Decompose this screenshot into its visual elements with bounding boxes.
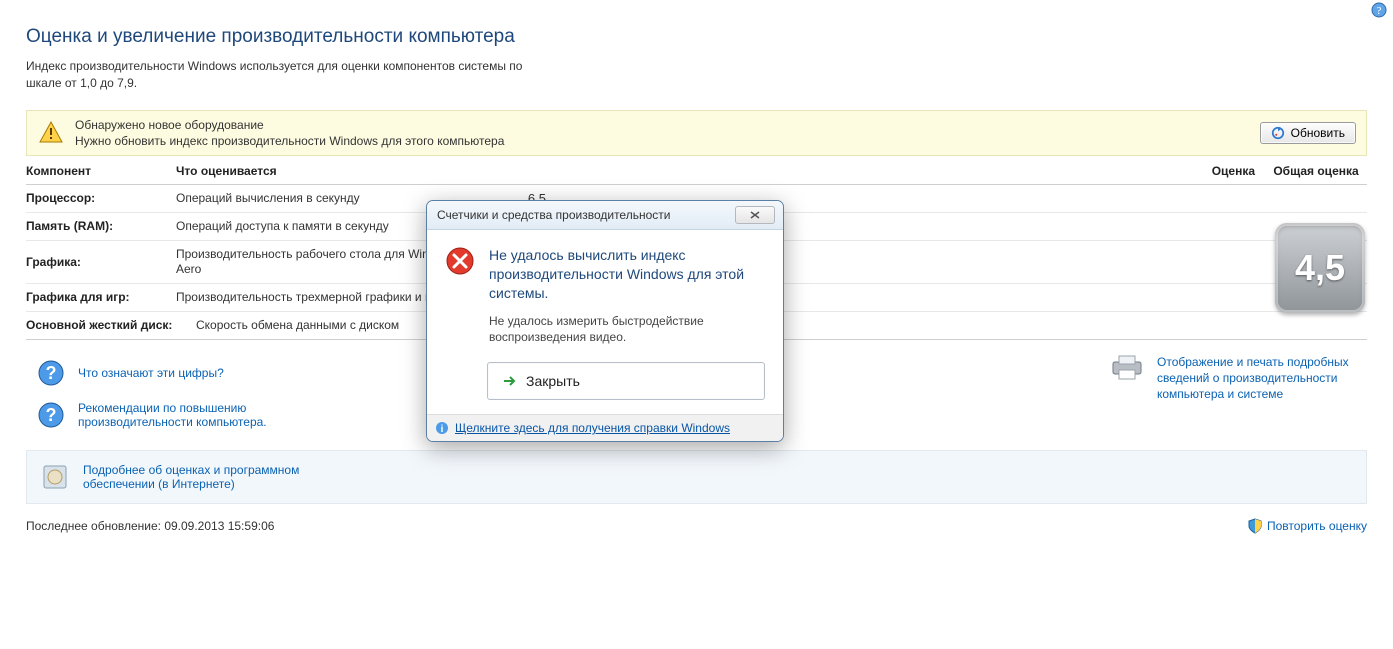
refresh-button-label: Обновить <box>1291 126 1345 140</box>
table-header: Компонент Что оценивается Оценка Общая о… <box>26 156 1367 185</box>
row-component: Память (RAM): <box>26 219 176 233</box>
svg-text:?: ? <box>1377 5 1382 17</box>
link-learn-more[interactable]: Подробнее об оценках и программном обесп… <box>83 463 343 491</box>
printer-icon <box>1107 354 1147 382</box>
base-score-badge: 4,5 <box>1275 223 1365 313</box>
th-component: Компонент <box>26 164 176 178</box>
software-box-icon <box>39 461 71 493</box>
page-title: Оценка и увеличение производительности к… <box>26 26 1367 48</box>
link-what-numbers[interactable]: Что означают эти цифры? <box>78 366 224 380</box>
last-update-label: Последнее обновление: 09.09.2013 15:59:0… <box>26 519 274 533</box>
alert-line1: Обнаружено новое оборудование <box>75 117 1260 133</box>
row-component: Графика: <box>26 255 176 269</box>
page-description: Индекс производительности Windows исполь… <box>26 58 546 92</box>
error-icon <box>445 246 479 346</box>
learn-more-bar: Подробнее об оценках и программном обесп… <box>26 450 1367 504</box>
th-base: Общая оценка <box>1255 164 1367 178</box>
row-component: Основной жесткий диск: <box>26 318 196 332</box>
info-icon: i <box>435 421 449 435</box>
link-repeat-assessment[interactable]: Повторить оценку <box>1267 519 1367 533</box>
hardware-alert: Обнаружено новое оборудование Нужно обно… <box>26 110 1367 156</box>
dialog-titlebar-close-button[interactable] <box>735 206 775 224</box>
alert-line2: Нужно обновить индекс производительности… <box>75 134 504 148</box>
svg-text:?: ? <box>46 405 57 425</box>
shield-icon <box>1247 518 1263 534</box>
dialog-message: Не удалось измерить быстродействие воспр… <box>489 313 765 347</box>
warning-icon <box>37 119 65 147</box>
help-icon: ? <box>36 400 66 430</box>
link-print-details[interactable]: Отображение и печать подробных сведений … <box>1157 354 1367 403</box>
link-recommendations[interactable]: Рекомендации по повышению производительн… <box>78 401 298 429</box>
svg-text:i: i <box>441 424 444 435</box>
error-dialog: Счетчики и средства производительности Н… <box>426 200 784 442</box>
svg-text:?: ? <box>46 363 57 383</box>
dialog-help-link[interactable]: Щелкните здесь для получения справки Win… <box>455 421 730 435</box>
dialog-title: Счетчики и средства производительности <box>437 208 735 222</box>
dialog-heading: Не удалось вычислить индекс производител… <box>489 246 765 303</box>
refresh-button[interactable]: Обновить <box>1260 122 1356 144</box>
row-component: Процессор: <box>26 191 176 205</box>
help-corner-icon[interactable]: ? <box>1371 2 1387 21</box>
th-what: Что оценивается <box>176 164 1185 178</box>
th-score: Оценка <box>1185 164 1255 178</box>
row-component: Графика для игр: <box>26 290 176 304</box>
dialog-close-button[interactable]: Закрыть <box>487 362 765 400</box>
dialog-close-label: Закрыть <box>526 373 580 389</box>
help-icon: ? <box>36 358 66 388</box>
